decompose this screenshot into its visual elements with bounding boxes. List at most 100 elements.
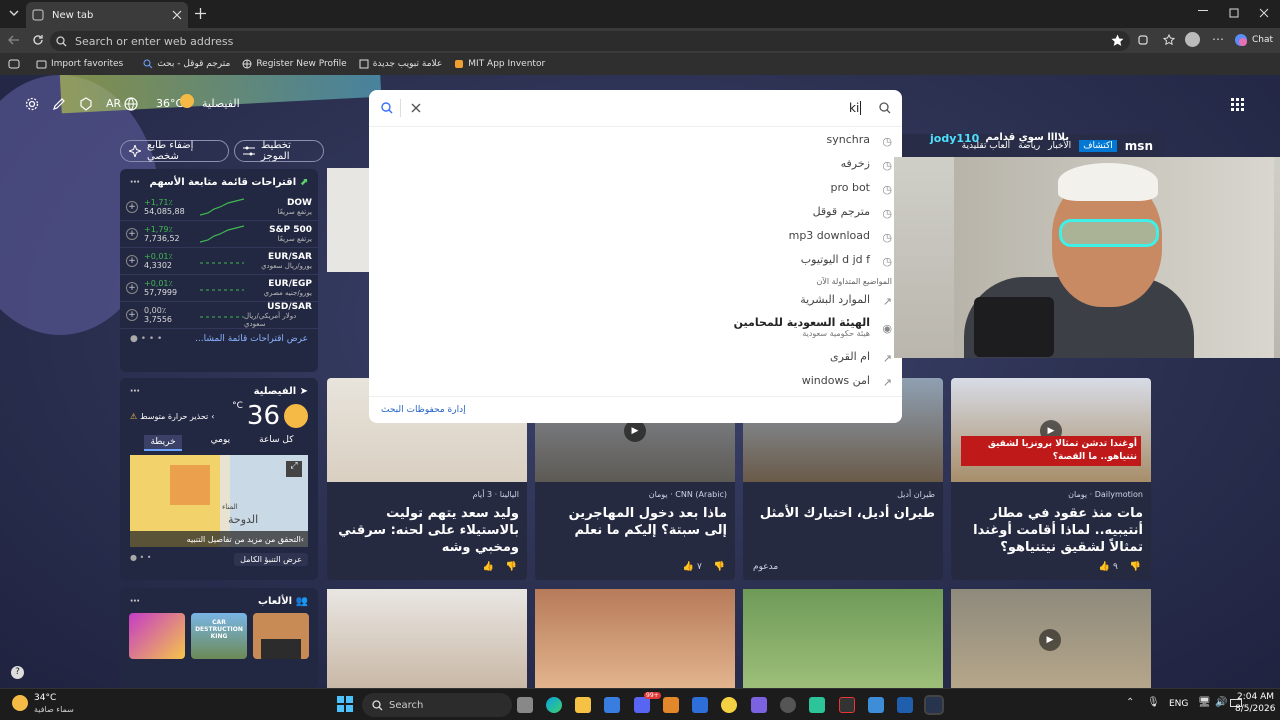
- add-stock-icon[interactable]: +: [126, 309, 138, 321]
- thumbs-down-icon[interactable]: 👎: [506, 562, 517, 572]
- network-icon[interactable]: 🖥: [1198, 697, 1211, 708]
- taskbar-weather-temp[interactable]: 34°C: [34, 693, 56, 703]
- personalize-button[interactable]: إضفاء طابع شخصي: [120, 140, 229, 162]
- article-image[interactable]: [327, 589, 527, 688]
- play-icon[interactable]: ▶: [1039, 629, 1061, 651]
- fav-register-profile[interactable]: Register New Profile: [242, 59, 347, 69]
- app-icon[interactable]: [868, 697, 884, 713]
- stocks-more-icon[interactable]: ⋯: [130, 177, 140, 188]
- news-source[interactable]: طيران أديل: [743, 482, 943, 499]
- game-tile-candy[interactable]: [129, 613, 185, 659]
- task-view-icon[interactable]: [517, 697, 533, 713]
- add-stock-icon[interactable]: +: [126, 201, 138, 213]
- maximize-icon[interactable]: [1229, 8, 1239, 18]
- tab-new-tab[interactable]: New tab: [26, 2, 188, 28]
- app-icon[interactable]: [663, 697, 679, 713]
- search-icon[interactable]: [381, 102, 393, 114]
- article-image[interactable]: [535, 589, 735, 688]
- address-bar[interactable]: Search or enter web address: [50, 31, 1130, 51]
- chat-label[interactable]: Chat: [1252, 35, 1273, 45]
- weather-tab-map[interactable]: خريطة: [144, 435, 182, 451]
- start-windows-icon[interactable]: [337, 696, 353, 712]
- close-tab-icon[interactable]: [172, 10, 182, 20]
- stock-row[interactable]: + +1,71٪ 54,085,88 DOW يرتفع سريعًا: [120, 194, 318, 221]
- feed-layout-button[interactable]: تخطيط الموجز: [234, 140, 324, 162]
- search-submit-icon[interactable]: [879, 102, 891, 114]
- game-tile-car-destruction[interactable]: CAR DESTRUCTION KING: [191, 613, 247, 659]
- app-icon[interactable]: [721, 697, 737, 713]
- stock-row[interactable]: + +1,79٪ 7,736,52 S&P 500 يرتفع سريعًا: [120, 221, 318, 248]
- news-title[interactable]: ماذا بعد دخول المهاجرين إلى سبتة؟ إليكم …: [535, 499, 735, 539]
- search-input[interactable]: ki: [849, 101, 862, 115]
- fav-new-tab[interactable]: علامة تبويب جديدة: [359, 59, 442, 69]
- add-stock-icon[interactable]: +: [126, 282, 138, 294]
- search-suggestion[interactable]: ◷ pro bot: [830, 181, 892, 196]
- favorites-icon[interactable]: [1163, 34, 1175, 46]
- clear-search-icon[interactable]: [411, 103, 421, 113]
- pagination-dots[interactable]: ● • •: [130, 553, 152, 566]
- close-window-icon[interactable]: [1259, 8, 1269, 18]
- apps-grid-icon[interactable]: [1231, 98, 1244, 111]
- taskbar-search[interactable]: Search: [362, 693, 512, 717]
- manage-history-link[interactable]: إدارة محفوظات البحث: [381, 405, 466, 415]
- header-location[interactable]: الفيصلية: [202, 97, 240, 110]
- add-stock-icon[interactable]: +: [126, 228, 138, 240]
- fav-google-translate[interactable]: مترجم قوقل - بحث: [143, 59, 230, 69]
- fav-mit-app-inventor[interactable]: MIT App Inventor: [454, 59, 545, 69]
- news-title[interactable]: وليد سعد يتهم توليت بالاستيلاء على لحنه:…: [327, 499, 527, 556]
- taskbar-weather-desc[interactable]: سماء صافية: [34, 705, 74, 714]
- extensions-icon[interactable]: [1137, 34, 1149, 46]
- stock-row[interactable]: +0,00٪ 3,7556 USD/SAR دولار أمريكي/ريال سعو…: [120, 302, 318, 329]
- app-icon[interactable]: [780, 697, 796, 713]
- search-suggestion[interactable]: ◷ mp3 download: [789, 229, 892, 244]
- profile-avatar[interactable]: [1185, 32, 1200, 47]
- minimize-icon[interactable]: [1198, 10, 1208, 12]
- copilot-icon[interactable]: [1234, 33, 1248, 47]
- app-icon[interactable]: [897, 697, 913, 713]
- help-icon[interactable]: ?: [11, 666, 24, 679]
- sidebar-toggle-icon[interactable]: [8, 59, 20, 69]
- weather-moon-icon[interactable]: [12, 695, 28, 711]
- article-image[interactable]: ▶: [951, 589, 1151, 688]
- game-tile-blocks[interactable]: [253, 613, 309, 659]
- store-icon[interactable]: [604, 697, 620, 713]
- microphone-icon[interactable]: 🎙: [1147, 697, 1160, 708]
- thumbs-down-icon[interactable]: 👎: [714, 562, 725, 572]
- app-icon[interactable]: [692, 697, 708, 713]
- trending-suggestion[interactable]: ↗ امن windows: [802, 374, 892, 389]
- back-icon[interactable]: [8, 34, 20, 46]
- stocks-more-link[interactable]: عرض اقتراحات قائمة المشا...: [195, 334, 308, 344]
- file-explorer-icon[interactable]: [575, 697, 591, 713]
- volume-icon[interactable]: 🔊: [1215, 697, 1227, 708]
- search-suggestion[interactable]: ◷ d jd f اليوتيوب: [801, 253, 892, 268]
- fav-import[interactable]: Import favorites: [36, 59, 123, 69]
- msn-logo[interactable]: msn: [1125, 139, 1153, 153]
- news-image[interactable]: ▶ أوغندا تدشن تمثالا برونزيا لشقيق نتنياه…: [951, 378, 1151, 482]
- trending-suggestion[interactable]: ↗ ام القرى: [830, 350, 892, 365]
- clock-date[interactable]: 8/5/2026: [1235, 704, 1275, 714]
- full-forecast-button[interactable]: عرض التنبؤ الكامل: [234, 553, 308, 566]
- news-source[interactable]: CNN (Arabic) · يومان: [535, 482, 735, 499]
- expand-icon[interactable]: ⤢: [286, 461, 302, 477]
- tab-actions-chevron-icon[interactable]: [8, 7, 20, 19]
- weather-tab-hourly[interactable]: كل ساعة: [259, 435, 293, 451]
- trending-suggestion[interactable]: ◉ الهيئة السعودية للمحامين هيئة حكومية سعو…: [734, 316, 892, 338]
- play-icon[interactable]: ▶: [624, 420, 646, 442]
- like-count[interactable]: 👍: [483, 562, 494, 572]
- tray-language[interactable]: ENG: [1169, 699, 1188, 709]
- edit-pencil-icon[interactable]: [52, 97, 66, 111]
- article-thumbnail[interactable]: [327, 168, 369, 272]
- games-more-icon[interactable]: ⋯: [130, 596, 140, 607]
- search-suggestion[interactable]: ◷ زخرفه: [841, 157, 892, 172]
- weather-map[interactable]: المناء الدوحة ⤢ التحقق من مزيد من تفاصيل…: [130, 455, 308, 547]
- clock-time[interactable]: 2:04 AM: [1237, 692, 1274, 702]
- edge-icon[interactable]: [546, 697, 562, 713]
- app-icon[interactable]: [839, 697, 855, 713]
- app-icon[interactable]: [809, 697, 825, 713]
- map-alert-bar[interactable]: التحقق من مزيد من تفاصيل التنبيه ‹: [130, 531, 308, 547]
- tray-chevron-icon[interactable]: ⌃: [1126, 697, 1134, 708]
- news-source[interactable]: Dailymotion · يومان: [951, 482, 1151, 499]
- app-icon[interactable]: [751, 697, 767, 713]
- news-title[interactable]: مات منذ عقود في مطار أنتيبيه.. لماذا أقا…: [951, 499, 1151, 556]
- globe-icon[interactable]: [124, 97, 138, 111]
